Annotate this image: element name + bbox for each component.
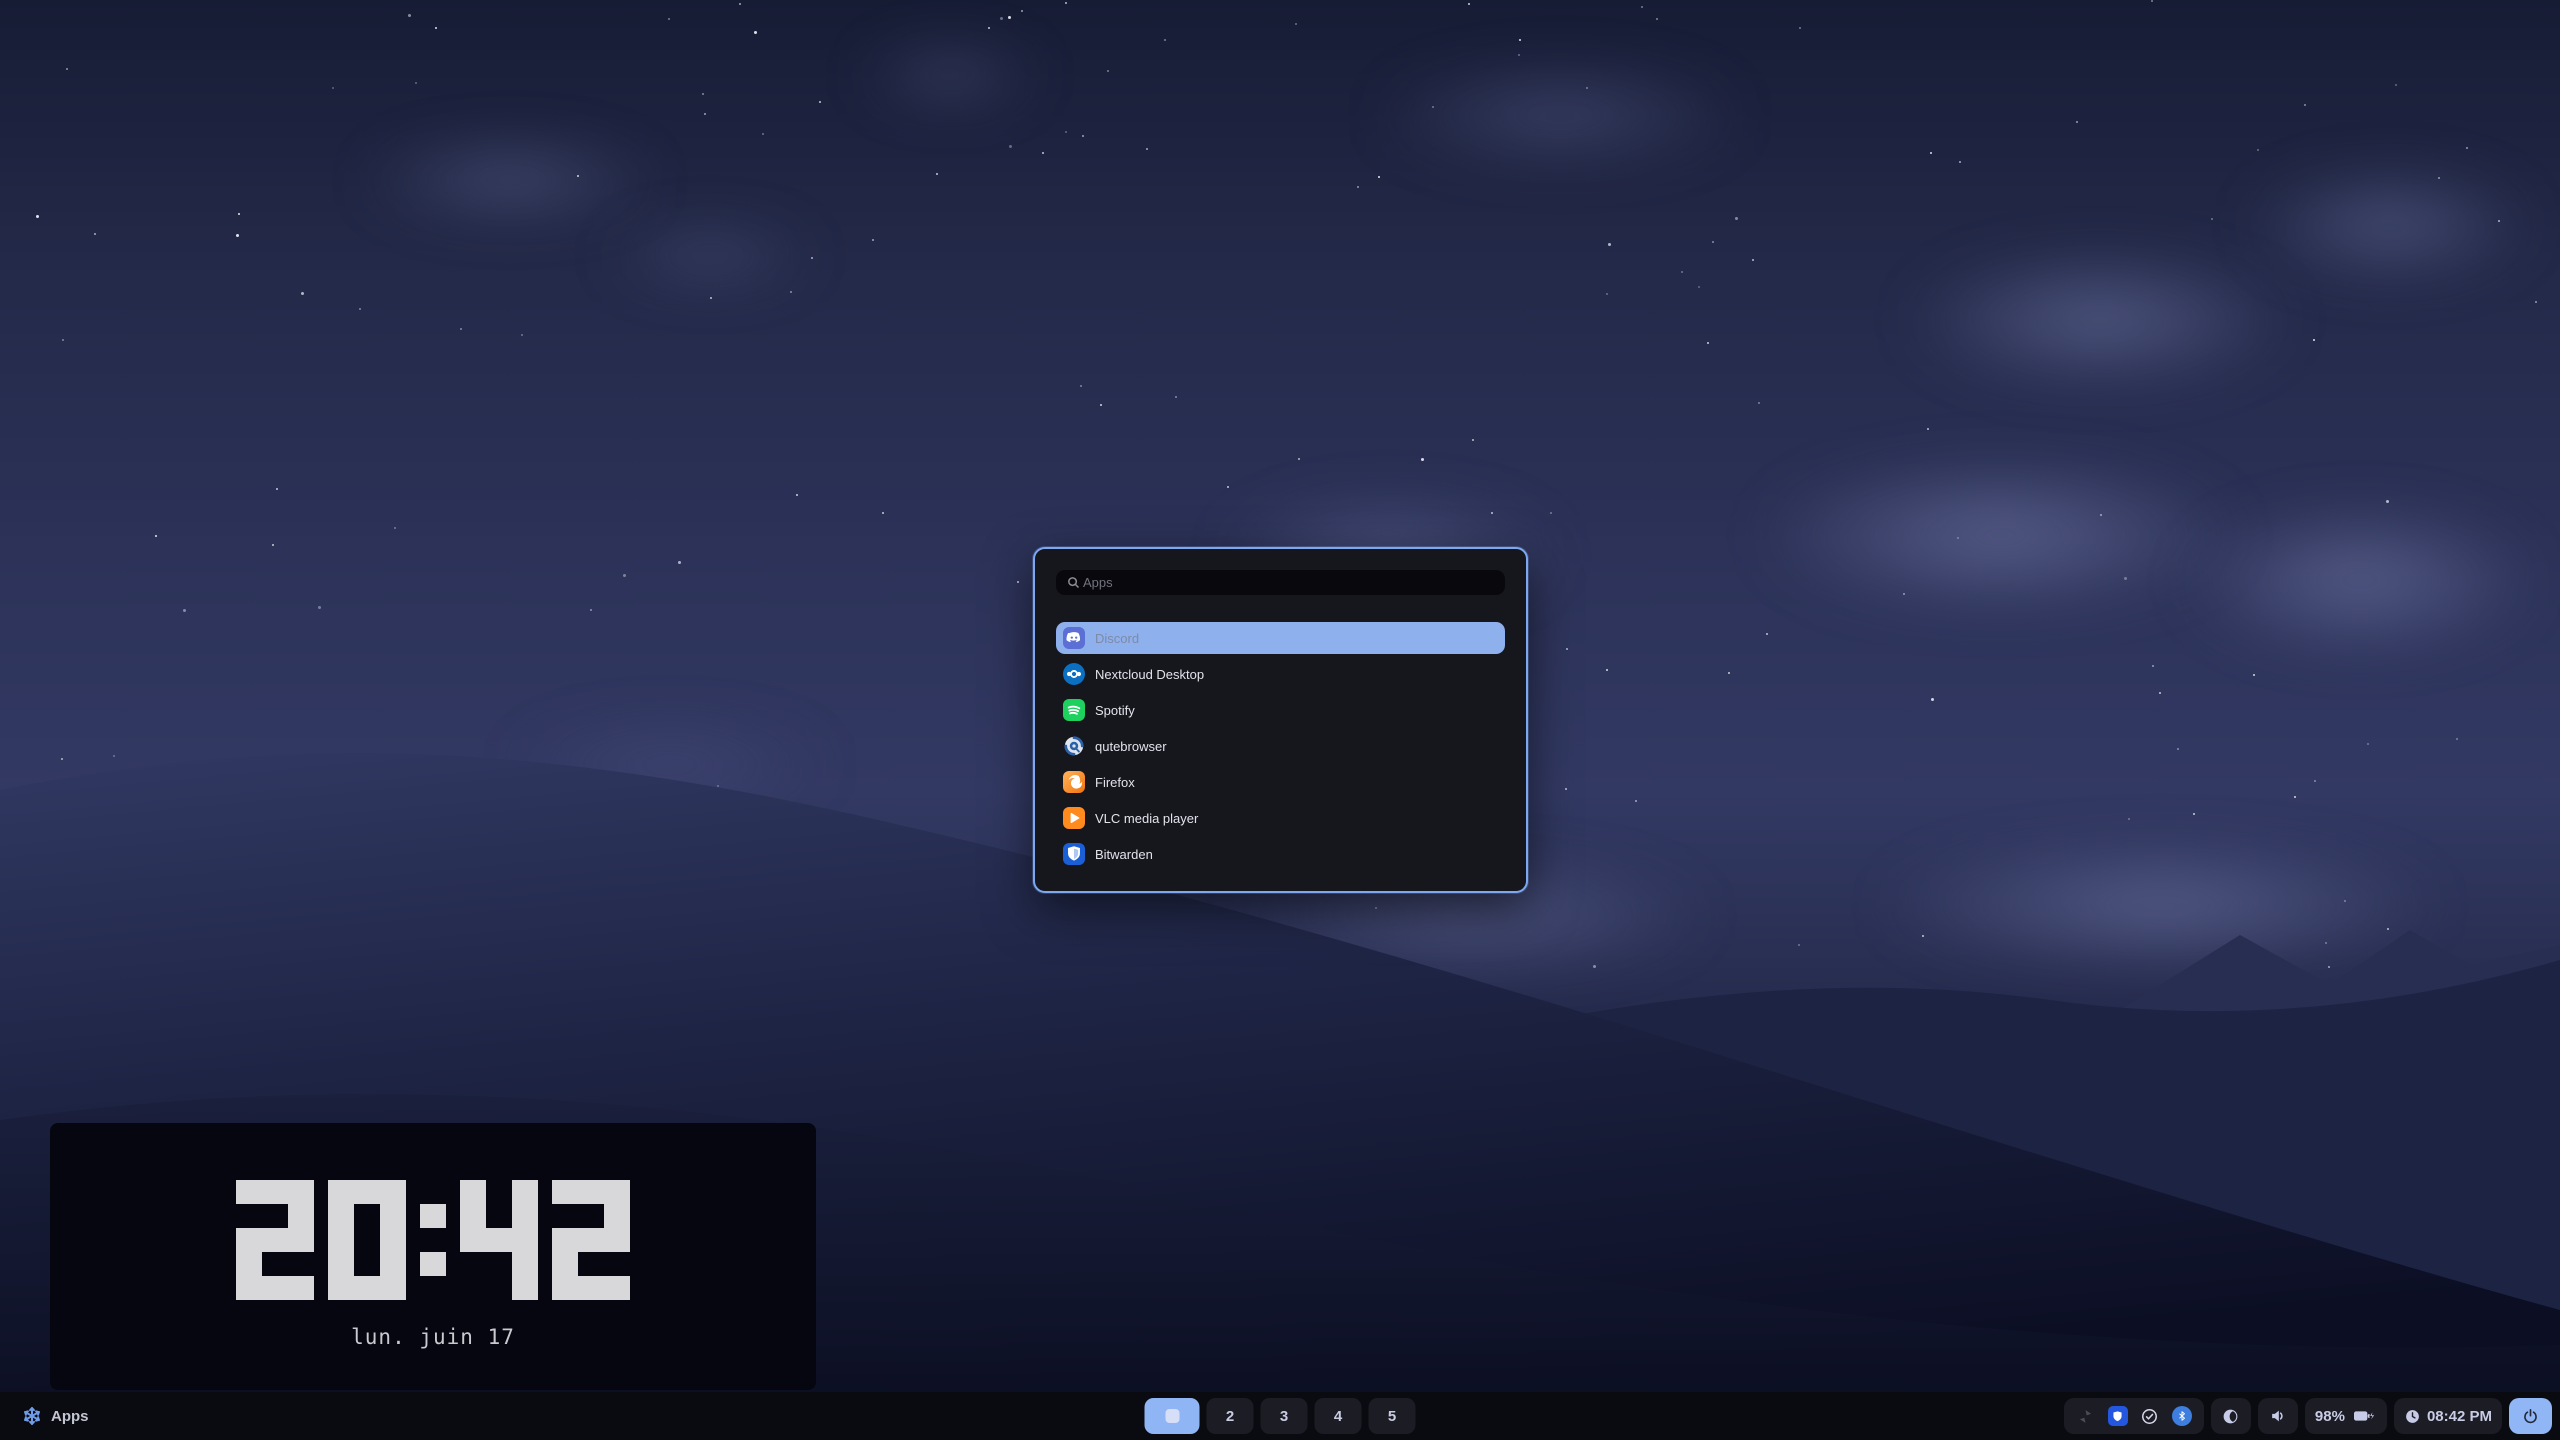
vlc-icon xyxy=(1063,807,1085,829)
system-tray xyxy=(2064,1398,2204,1434)
app-row-firefox[interactable]: Firefox xyxy=(1056,766,1505,798)
bitwarden-icon xyxy=(1063,843,1085,865)
clock-digit-0 xyxy=(328,1180,406,1300)
workspace-5[interactable]: 5 xyxy=(1369,1398,1416,1434)
battery-charging-icon xyxy=(2351,1406,2377,1426)
spotify-icon xyxy=(1063,699,1085,721)
volume-control[interactable] xyxy=(2258,1398,2298,1434)
night-light-toggle[interactable] xyxy=(2211,1398,2251,1434)
clock-icon xyxy=(2404,1406,2421,1426)
power-button[interactable] xyxy=(2509,1398,2552,1434)
tray: 98% 08:42 PM xyxy=(2064,1398,2552,1434)
bluetooth-icon[interactable] xyxy=(2172,1406,2192,1426)
app-row-spotify[interactable]: Spotify xyxy=(1056,694,1505,726)
clock-digit-2 xyxy=(552,1180,630,1300)
app-launcher: Discord Nextcloud Desktop Spotify qutebr… xyxy=(1033,547,1528,893)
clock-digit-colon xyxy=(420,1180,446,1300)
snowflake-logo-icon xyxy=(22,1406,42,1426)
clock-digit-4 xyxy=(460,1180,538,1300)
speaker-icon xyxy=(2268,1406,2288,1426)
firefox-icon xyxy=(1063,771,1085,793)
taskbar-time: 08:42 PM xyxy=(2427,1408,2492,1425)
app-row-bitwarden[interactable]: Bitwarden xyxy=(1056,838,1505,870)
app-row-nextcloud-desktop[interactable]: Nextcloud Desktop xyxy=(1056,658,1505,690)
workspaces: 2345 xyxy=(1145,1398,1416,1434)
active-workspace-indicator xyxy=(1165,1409,1179,1423)
apps-menu-button[interactable]: Apps xyxy=(8,1402,99,1430)
workspace-3[interactable]: 3 xyxy=(1261,1398,1308,1434)
discord-icon xyxy=(1063,627,1085,649)
search-input[interactable] xyxy=(1083,575,1495,590)
workspace-1[interactable] xyxy=(1145,1398,1200,1434)
moon-icon xyxy=(2221,1406,2241,1426)
battery-percent: 98% xyxy=(2315,1408,2345,1425)
search-icon xyxy=(1066,575,1081,590)
clock-date: lun. juin 17 xyxy=(351,1325,515,1349)
check-circle-icon[interactable] xyxy=(2140,1406,2160,1426)
kdeconnect-icon[interactable] xyxy=(2076,1406,2096,1426)
workspace-2[interactable]: 2 xyxy=(1207,1398,1254,1434)
launcher-search[interactable] xyxy=(1056,570,1505,595)
app-row-vlc-media-player[interactable]: VLC media player xyxy=(1056,802,1505,834)
app-row-discord[interactable]: Discord xyxy=(1056,622,1505,654)
workspace-4[interactable]: 4 xyxy=(1315,1398,1362,1434)
digital-clock xyxy=(236,1180,630,1300)
power-icon xyxy=(2521,1406,2541,1426)
nextcloud-icon xyxy=(1063,663,1085,685)
apps-menu-label: Apps xyxy=(51,1408,89,1425)
taskbar: Apps 2345 xyxy=(0,1392,2560,1440)
app-row-qutebrowser[interactable]: qutebrowser xyxy=(1056,730,1505,762)
qutebrowser-icon xyxy=(1063,735,1085,757)
clock-widget: lun. juin 17 xyxy=(50,1123,816,1390)
app-list: Discord Nextcloud Desktop Spotify qutebr… xyxy=(1056,622,1505,870)
clock-digit-2 xyxy=(236,1180,314,1300)
bitwarden-tray-icon[interactable] xyxy=(2108,1406,2128,1426)
clock-pill[interactable]: 08:42 PM xyxy=(2394,1398,2502,1434)
battery-indicator[interactable]: 98% xyxy=(2305,1398,2387,1434)
